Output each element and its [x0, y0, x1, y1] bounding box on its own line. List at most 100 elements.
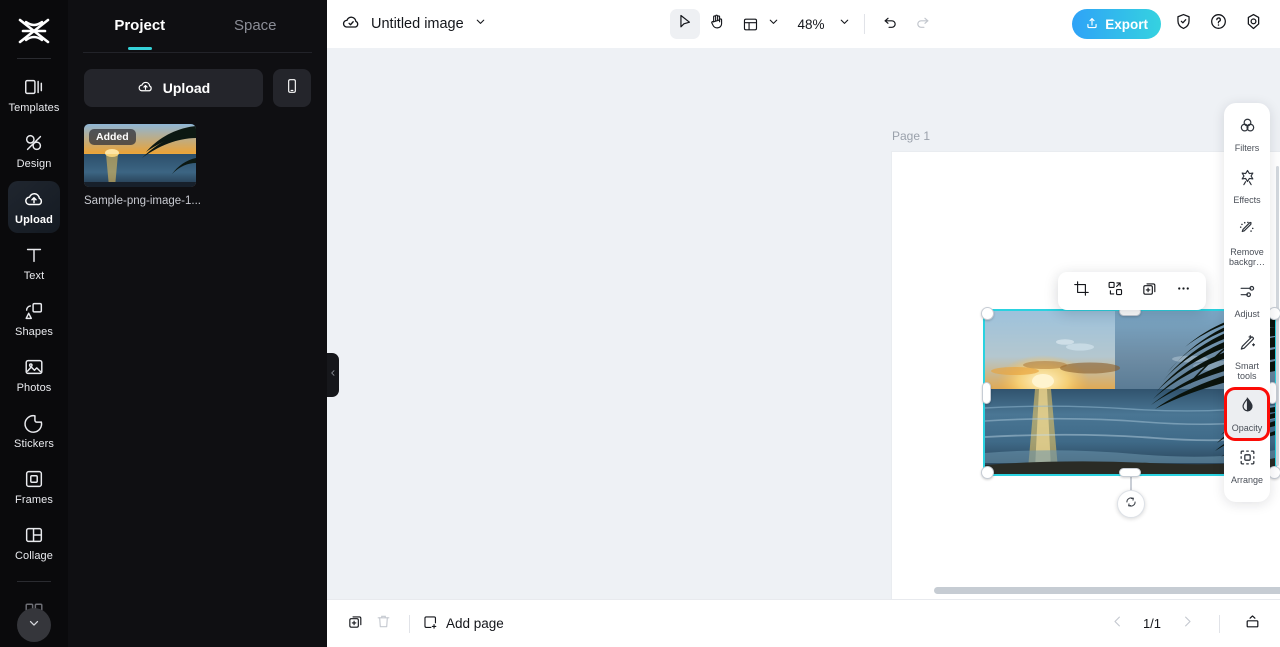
filters-icon: [1238, 116, 1257, 140]
smart-tools-wand-icon: [1238, 334, 1257, 358]
rail-bottom-section: [0, 573, 68, 647]
rail-expand-button[interactable]: [17, 608, 51, 642]
dock-item-smart-tools[interactable]: Smart tools: [1227, 328, 1267, 386]
dock-item-label: Effects: [1233, 195, 1261, 205]
upload-button-label: Upload: [162, 80, 211, 96]
dock-item-label: Filters: [1234, 143, 1260, 153]
upload-cloud-icon: [23, 188, 45, 210]
zoom-dropdown[interactable]: 48%: [793, 15, 852, 33]
toolbar-divider: [863, 14, 865, 34]
settings-gear-icon: [1244, 12, 1263, 36]
delete-page-button[interactable]: [369, 610, 397, 638]
duplicate-icon: [1141, 280, 1158, 302]
hand-icon: [708, 13, 725, 35]
bottom-divider: [409, 614, 410, 633]
dock-item-remove-background[interactable]: Remove backgr…: [1227, 214, 1267, 272]
chevron-down-icon: [766, 15, 779, 33]
capcut-logo-icon[interactable]: [14, 14, 54, 48]
document-title-button[interactable]: Untitled image: [341, 12, 487, 37]
panel-collapse-handle[interactable]: [327, 353, 339, 397]
project-panel: Project Space Upload Added Sample-png-im…: [68, 0, 327, 647]
replace-media-button[interactable]: [1100, 276, 1130, 306]
hand-tool-button[interactable]: [701, 9, 731, 39]
upload-row: Upload: [68, 53, 327, 107]
layout-dropdown[interactable]: [733, 9, 781, 39]
resize-handle-top-left[interactable]: [981, 307, 994, 320]
resize-handle-middle-left[interactable]: [982, 382, 991, 404]
cursor-arrow-icon: [676, 13, 693, 35]
dock-item-label: Adjust: [1234, 309, 1260, 319]
share-upload-icon: [1085, 16, 1099, 33]
sidebar-item-frames[interactable]: Frames: [8, 461, 60, 513]
dock-item-filters[interactable]: Filters: [1227, 110, 1267, 158]
left-nav-rail: Templates Design Upload Text Shapes Phot…: [0, 0, 68, 647]
resize-handle-bottom-center[interactable]: [1119, 468, 1141, 477]
dock-item-label: Opacity: [1231, 423, 1263, 433]
rotate-handle[interactable]: [1117, 490, 1145, 518]
redo-icon: [914, 13, 931, 35]
dock-item-adjust[interactable]: Adjust: [1227, 276, 1267, 324]
canvas-tools: 48%: [669, 9, 937, 39]
upload-from-mobile-button[interactable]: [273, 69, 311, 107]
more-options-button[interactable]: [1168, 276, 1198, 306]
resize-handle-bottom-left[interactable]: [981, 466, 994, 479]
sidebar-item-design[interactable]: Design: [8, 125, 60, 177]
settings-button[interactable]: [1240, 11, 1266, 37]
dock-item-label: Remove backgr…: [1228, 247, 1265, 267]
chevron-right-icon: [1180, 614, 1195, 634]
next-page-button[interactable]: [1173, 610, 1201, 638]
upload-cloud-icon: [137, 78, 154, 98]
help-button[interactable]: [1205, 11, 1231, 37]
redo-button[interactable]: [908, 9, 938, 39]
upload-button[interactable]: Upload: [84, 69, 263, 107]
sidebar-item-collage[interactable]: Collage: [8, 517, 60, 569]
dock-item-label: Arrange: [1230, 475, 1264, 485]
canvas-area[interactable]: Page 1 Filters Effects Remove backgr… Ad…: [327, 48, 1280, 599]
help-question-icon: [1209, 12, 1228, 36]
sidebar-item-photos[interactable]: Photos: [8, 349, 60, 401]
sidebar-item-text[interactable]: Text: [8, 237, 60, 289]
collapse-panel-button[interactable]: [1238, 610, 1266, 638]
dock-item-effects[interactable]: Effects: [1227, 162, 1267, 210]
sidebar-item-shapes[interactable]: Shapes: [8, 293, 60, 345]
collapse-panel-icon: [1244, 613, 1261, 635]
undo-button[interactable]: [876, 9, 906, 39]
layout-frame-icon: [735, 9, 765, 39]
zoom-level: 48%: [797, 16, 825, 32]
frames-icon: [23, 468, 45, 490]
crop-button[interactable]: [1066, 276, 1096, 306]
asset-badge: Added: [89, 129, 136, 145]
shield-check-button[interactable]: [1170, 11, 1196, 37]
select-tool-button[interactable]: [669, 9, 700, 39]
asset-thumbnail[interactable]: Added: [84, 124, 196, 187]
mobile-phone-icon: [284, 78, 300, 99]
add-page-label: Add page: [446, 616, 504, 631]
top-toolbar: Untitled image 48% Export: [327, 0, 1280, 48]
tab-project[interactable]: Project: [82, 0, 198, 52]
duplicate-page-icon: [347, 613, 364, 635]
previous-page-button[interactable]: [1103, 610, 1131, 638]
more-options-icon: [1175, 280, 1192, 302]
tab-space[interactable]: Space: [198, 0, 314, 52]
canvas-horizontal-scrollbar[interactable]: [934, 587, 1280, 594]
sidebar-item-stickers[interactable]: Stickers: [8, 405, 60, 457]
dock-item-label: Smart tools: [1234, 361, 1259, 381]
panel-tabs: Project Space: [68, 0, 327, 52]
duplicate-page-button[interactable]: [341, 610, 369, 638]
dock-item-opacity[interactable]: Opacity: [1227, 390, 1267, 438]
image-tools-dock: Filters Effects Remove backgr… Adjust Sm…: [1224, 103, 1270, 502]
sidebar-item-templates[interactable]: Templates: [8, 69, 60, 121]
page-navigation: 1/1: [1103, 610, 1266, 638]
image-context-toolbar: [1058, 272, 1206, 310]
design-icon: [23, 132, 45, 154]
crop-icon: [1073, 280, 1090, 302]
add-page-button[interactable]: Add page: [422, 614, 504, 634]
asset-item[interactable]: Added Sample-png-image-1...: [84, 124, 201, 207]
chevron-down-icon: [27, 616, 41, 635]
dock-item-arrange[interactable]: Arrange: [1227, 442, 1267, 490]
sidebar-item-upload[interactable]: Upload: [8, 181, 60, 233]
export-button[interactable]: Export: [1072, 9, 1161, 39]
main-area: Untitled image 48% Export Page 1 Filters…: [327, 0, 1280, 647]
top-right-actions: Export: [1072, 9, 1266, 39]
duplicate-button[interactable]: [1134, 276, 1164, 306]
